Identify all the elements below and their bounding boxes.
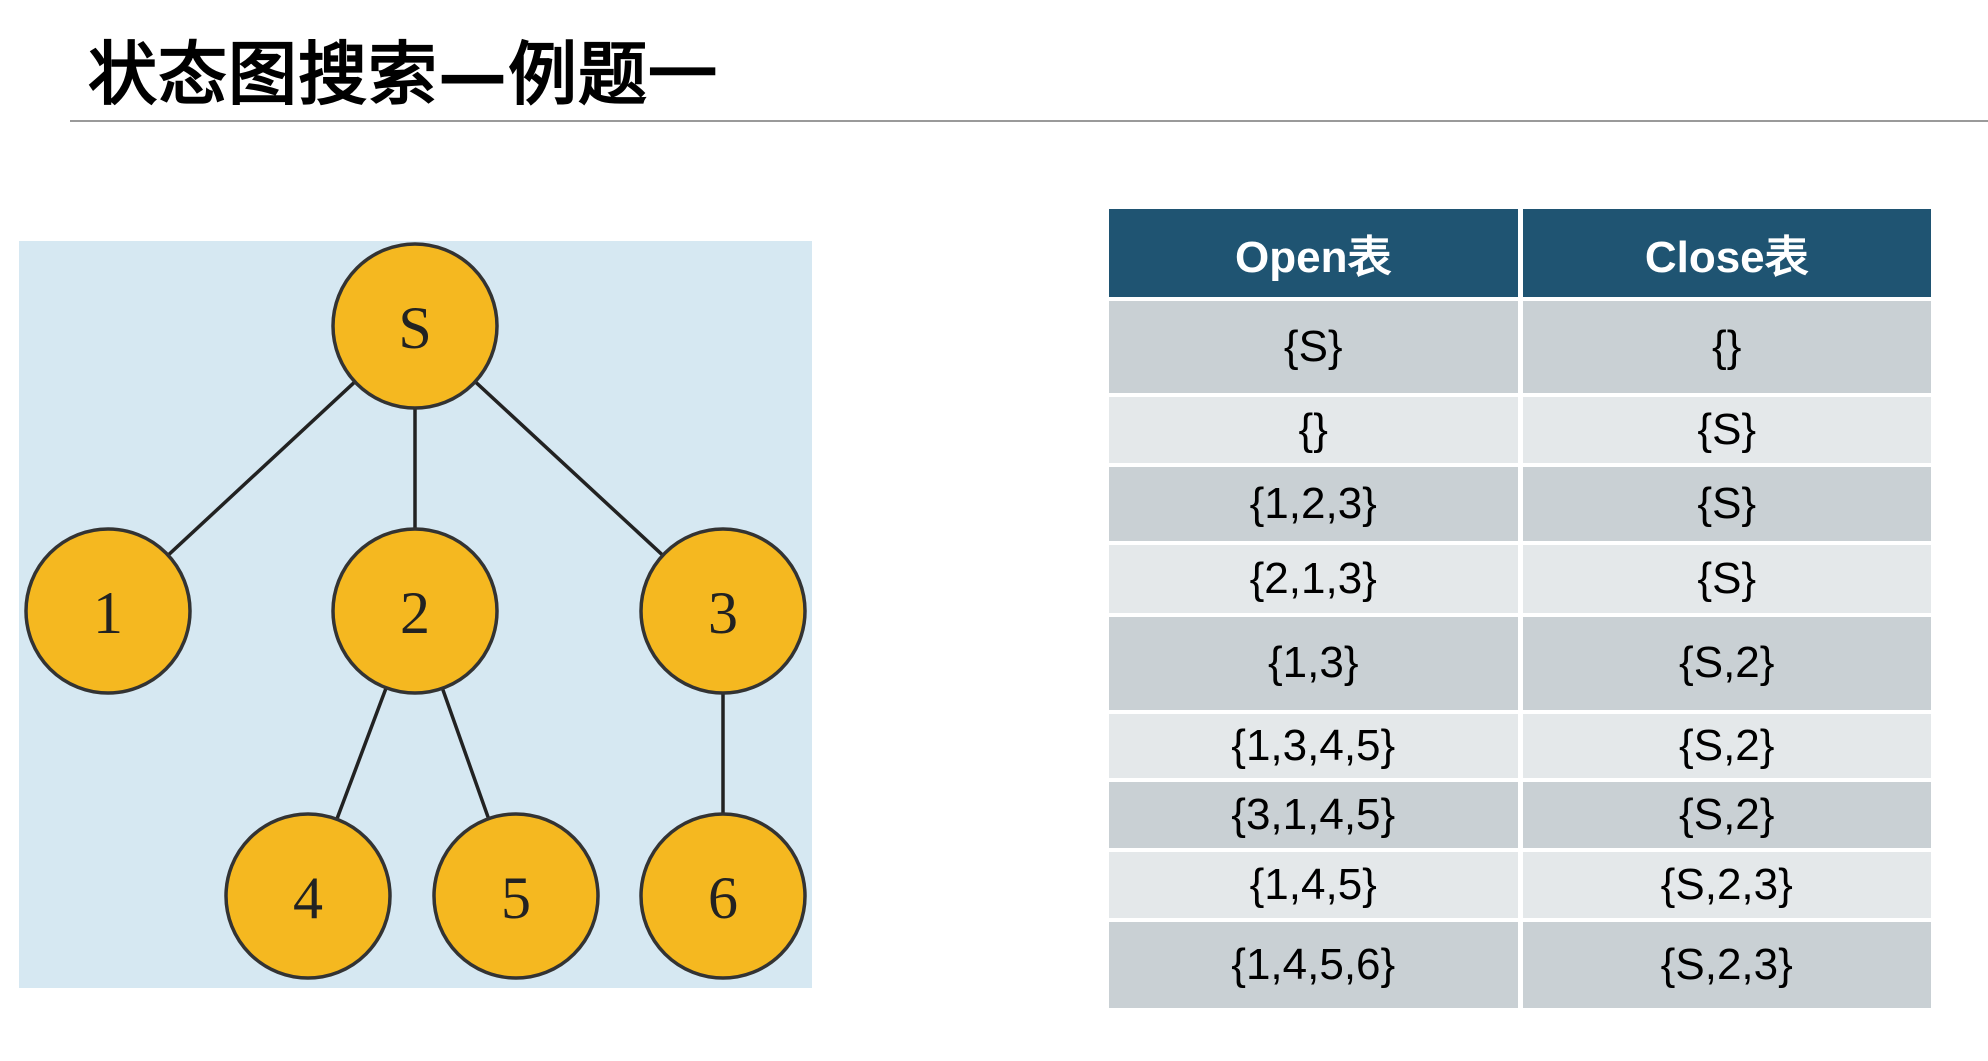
tree-node-S: S xyxy=(331,242,499,410)
tree-node-2: 2 xyxy=(331,527,499,695)
tree-node-label: 6 xyxy=(708,865,738,931)
tree-node-label: S xyxy=(398,295,431,361)
close-cell: {S,2} xyxy=(1522,781,1931,848)
table-row: {1,4,5} {S,2,3} xyxy=(1109,851,1931,918)
close-cell: {S} xyxy=(1522,397,1931,464)
table-row: {1,3,4,5} {S,2} xyxy=(1109,713,1931,778)
tree-node-6: 6 xyxy=(639,812,807,980)
open-cell: {} xyxy=(1109,397,1518,464)
open-cell: {1,2,3} xyxy=(1109,467,1518,542)
tree-node-5: 5 xyxy=(432,812,600,980)
table-row: {1,4,5,6} {S,2,3} xyxy=(1109,921,1931,1008)
title-divider xyxy=(70,120,1988,122)
table-row: {2,1,3} {S} xyxy=(1109,545,1931,614)
state-tree-svg: S 1 2 3 4 5 6 xyxy=(19,241,812,988)
open-cell: {S} xyxy=(1109,301,1518,394)
table-row: {S} {} xyxy=(1109,301,1931,394)
tree-node-label: 1 xyxy=(93,580,123,646)
table-row: {} {S} xyxy=(1109,397,1931,464)
tree-node-4: 4 xyxy=(224,812,392,980)
tree-node-label: 4 xyxy=(293,865,323,931)
open-cell: {1,4,5} xyxy=(1109,851,1518,918)
tree-node-label: 3 xyxy=(708,580,738,646)
tree-node-3: 3 xyxy=(639,527,807,695)
state-tree-diagram: S 1 2 3 4 5 6 xyxy=(19,241,812,988)
close-table-header: Close表 xyxy=(1522,209,1931,297)
open-cell: {2,1,3} xyxy=(1109,545,1518,614)
open-cell: {3,1,4,5} xyxy=(1109,781,1518,848)
close-cell: {} xyxy=(1522,301,1931,394)
open-cell: {1,3} xyxy=(1109,617,1518,710)
open-close-table: Open表 Close表 {S} {} {} {S} {1,2,3} {S} {… xyxy=(1104,205,1936,1012)
page-title: 状态图搜索—例题一 xyxy=(88,35,718,115)
open-cell: {1,3,4,5} xyxy=(1109,713,1518,778)
open-cell: {1,4,5,6} xyxy=(1109,921,1518,1008)
close-cell: {S,2,3} xyxy=(1522,851,1931,918)
open-table-header: Open表 xyxy=(1109,209,1518,297)
tree-node-1: 1 xyxy=(24,527,192,695)
table-row: {1,2,3} {S} xyxy=(1109,467,1931,542)
close-cell: {S,2,3} xyxy=(1522,921,1931,1008)
tree-node-label: 2 xyxy=(400,580,430,646)
close-cell: {S,2} xyxy=(1522,713,1931,778)
table-row: {1,3} {S,2} xyxy=(1109,617,1931,710)
close-cell: {S,2} xyxy=(1522,617,1931,710)
table-header-row: Open表 Close表 xyxy=(1109,209,1931,297)
tree-node-label: 5 xyxy=(501,865,531,931)
close-cell: {S} xyxy=(1522,545,1931,614)
table-row: {3,1,4,5} {S,2} xyxy=(1109,781,1931,848)
close-cell: {S} xyxy=(1522,467,1931,542)
